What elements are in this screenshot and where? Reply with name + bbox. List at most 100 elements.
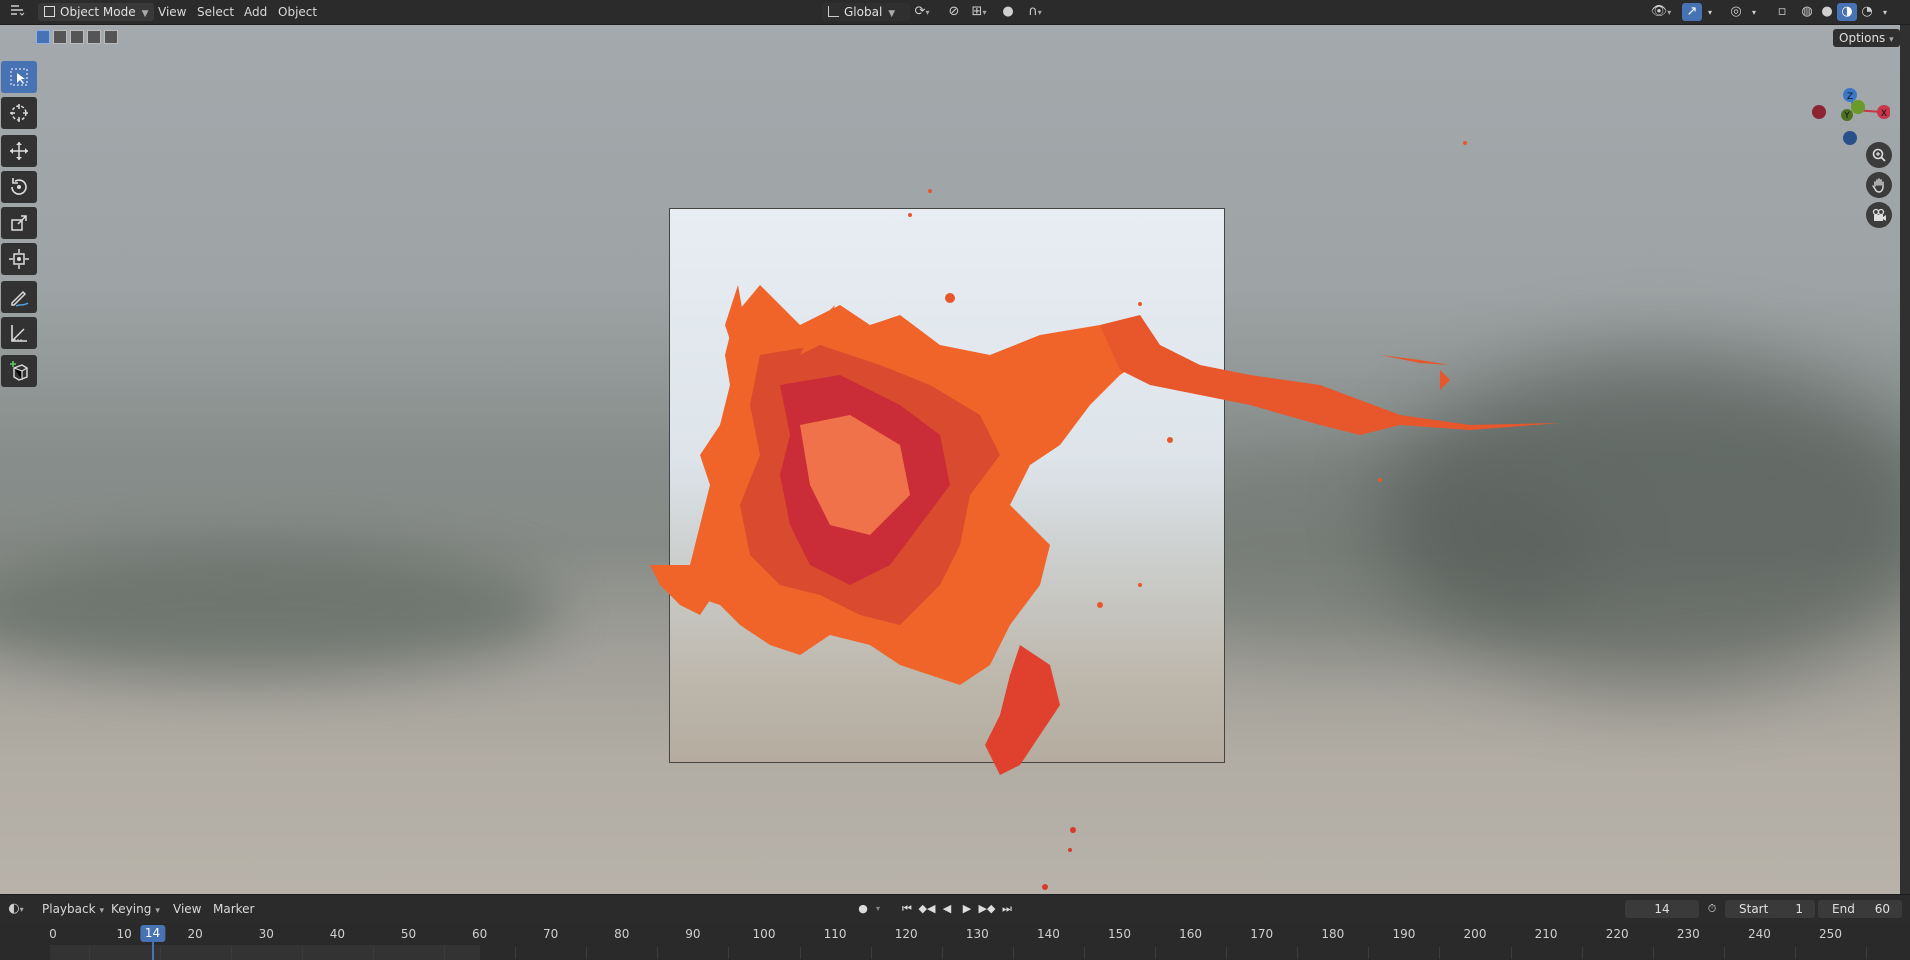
measure-tool[interactable] (1, 317, 37, 349)
timeline-tick-label: 10 (116, 927, 132, 941)
timeline-tick-label: 240 (1747, 927, 1771, 941)
axis-neg-z-icon[interactable] (1843, 131, 1857, 145)
zoom-icon[interactable] (1866, 142, 1892, 168)
prev-keyframe-icon[interactable]: ◆◀ (918, 900, 936, 918)
timeline-gridline (1439, 947, 1441, 959)
marker-menu[interactable]: Marker (213, 895, 254, 923)
timeline-gridline (870, 947, 872, 959)
splash-droplet (928, 189, 932, 193)
start-value: 1 (1795, 902, 1803, 916)
add-cube-icon (10, 361, 28, 381)
current-frame-field[interactable]: 14 (1625, 900, 1699, 918)
timeline-editor-icon[interactable]: ◐▾ (3, 900, 29, 918)
camera-view-icon[interactable] (1866, 202, 1892, 228)
play-icon[interactable]: ▶ (958, 900, 976, 918)
splash-droplet (1380, 355, 1450, 365)
start-frame-field[interactable]: Start 1 (1725, 900, 1815, 918)
next-keyframe-icon[interactable]: ▶◆ (978, 900, 996, 918)
chevron-down-icon: ▼ (141, 9, 149, 19)
menu-select[interactable]: Select (197, 0, 234, 24)
timeline-tick-label: 150 (1108, 927, 1131, 941)
splash-drip (985, 645, 1060, 775)
menu-view[interactable]: View (158, 0, 186, 24)
timeline-gridline (444, 947, 446, 959)
cursor-tool[interactable] (1, 97, 37, 129)
orientation-dropdown[interactable]: Global ▼ (822, 3, 910, 21)
move-icon (10, 142, 28, 160)
select-new-icon[interactable] (36, 30, 50, 44)
axis-neg-x-icon[interactable] (1812, 105, 1826, 119)
jump-end-icon[interactable]: ⏭ (998, 900, 1016, 918)
solid-shading-icon[interactable]: ● (1817, 3, 1837, 21)
timeline-gridline (1581, 947, 1583, 959)
chevron-down-icon[interactable]: ▾ (1877, 3, 1893, 21)
jump-start-icon[interactable]: ⏮ (898, 900, 916, 918)
axis-y-icon[interactable] (1851, 100, 1865, 114)
playhead-line[interactable] (151, 942, 154, 960)
timeline-gridline (301, 947, 303, 959)
timeline-gridline (657, 947, 659, 959)
timeline-tick-label: 230 (1676, 927, 1700, 941)
proportional-edit-icon[interactable]: ● (998, 3, 1018, 21)
chevron-down-icon[interactable]: ▾ (872, 900, 884, 918)
playhead-frame-label[interactable]: 14 (139, 925, 166, 942)
select-intersect-icon[interactable] (104, 30, 118, 44)
add-cube-tool[interactable] (1, 355, 37, 387)
rendered-shading-icon[interactable]: ◔ (1857, 3, 1877, 21)
wireframe-shading-icon[interactable]: ◍ (1797, 3, 1817, 21)
timeline-tick-label: 60 (471, 927, 488, 941)
chevron-down-icon[interactable]: ▾ (1746, 3, 1762, 21)
timeline-tick-label: 200 (1463, 927, 1487, 941)
splash-droplet (1440, 370, 1450, 390)
visibility-icon[interactable]: 👁▾ (1646, 3, 1676, 21)
timeline-tick-label: 130 (965, 927, 989, 941)
timeline-gridline (515, 947, 517, 959)
move-tool[interactable] (1, 135, 37, 167)
select-box-tool[interactable] (1, 61, 37, 93)
transform-tool[interactable] (1, 243, 37, 275)
xray-icon[interactable]: ▫ (1772, 3, 1792, 21)
chevron-down-icon[interactable]: ▾ (1702, 3, 1718, 21)
transform-icon (9, 249, 29, 269)
splash-main (650, 141, 1560, 890)
menu-add[interactable]: Add (244, 0, 267, 24)
timeline-gridline (1368, 947, 1370, 959)
keying-menu-label: Keying (111, 902, 152, 916)
play-reverse-icon[interactable]: ◀ (938, 900, 956, 918)
pivot-point-icon[interactable]: ⟳▾ (906, 3, 938, 21)
select-subtract-icon[interactable] (70, 30, 84, 44)
editor-type-icon[interactable] (4, 3, 30, 21)
record-icon[interactable]: ● (854, 900, 872, 918)
chevron-down-icon: ▾ (155, 906, 160, 916)
gizmo-toggle-icon[interactable]: ↗ (1682, 3, 1702, 21)
select-box-icon (10, 68, 28, 86)
options-dropdown[interactable]: Options ▾ (1833, 29, 1900, 47)
timeline-view-menu[interactable]: View (173, 895, 201, 923)
scale-tool[interactable] (1, 207, 37, 239)
overlay-icon[interactable]: ◎ (1726, 3, 1746, 21)
select-invert-icon[interactable] (87, 30, 101, 44)
snap-icon[interactable]: ⊘ (944, 3, 964, 21)
pan-hand-icon[interactable] (1866, 172, 1892, 198)
falloff-icon[interactable]: ∩▾ (1020, 3, 1050, 21)
material-shading-icon[interactable]: ◑ (1837, 3, 1857, 21)
annotate-tool[interactable] (1, 281, 37, 313)
end-frame-field[interactable]: End 60 (1818, 900, 1902, 918)
timeline-gridline (941, 947, 943, 959)
stopwatch-icon[interactable]: ⏱ (1703, 900, 1721, 918)
timeline-gridline (799, 947, 801, 959)
rotate-tool[interactable] (1, 171, 37, 203)
timeline-gridline (88, 947, 90, 959)
playback-menu-label: Playback (42, 902, 96, 916)
snap-target-icon[interactable]: ⊞▾ (964, 3, 994, 21)
mode-dropdown[interactable]: Object Mode ▼ (38, 3, 154, 21)
timeline-tick-label: 220 (1605, 927, 1629, 941)
select-extend-icon[interactable] (53, 30, 67, 44)
timeline-ruler[interactable]: 0 10 20 30 40 50 60 70 80 90 100 110 120 130 140 150 160… (0, 923, 1910, 960)
timeline-tick-label: 210 (1534, 927, 1558, 941)
3d-viewport[interactable]: Options ▾ Z X Y (0, 25, 1900, 894)
playback-menu[interactable]: Playback ▾ (42, 895, 104, 923)
keying-menu[interactable]: Keying ▾ (111, 895, 160, 923)
axis-x-label: X (1881, 109, 1887, 119)
menu-object[interactable]: Object (278, 0, 317, 24)
